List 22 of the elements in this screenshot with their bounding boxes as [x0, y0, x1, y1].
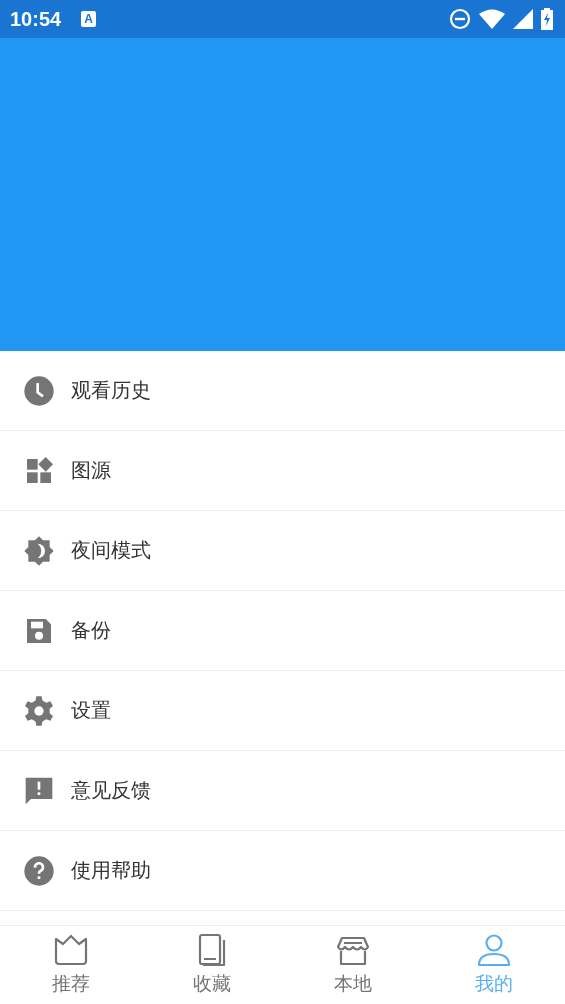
signal-icon [513, 9, 533, 29]
menu-item[interactable]: 观看历史 [0, 351, 565, 431]
menu-item[interactable]: 备份 [0, 591, 565, 671]
status-time: 10:54 [10, 7, 62, 31]
menu-item[interactable]: 图源 [0, 431, 565, 511]
menu-item[interactable]: 意见反馈 [0, 751, 565, 831]
brightness-icon [23, 534, 55, 567]
menu-item[interactable]: 设置 [0, 671, 565, 751]
crown-icon [53, 933, 88, 967]
wifi-icon [479, 9, 505, 29]
person-icon [477, 933, 512, 967]
do-not-disturb-icon [449, 8, 471, 30]
help-icon [23, 854, 55, 887]
menu-item[interactable]: 夜间模式 [0, 511, 565, 591]
settings-icon [23, 694, 55, 727]
menu-item[interactable]: 使用帮助 [0, 831, 565, 911]
nav-tab[interactable]: 本地 [282, 926, 424, 1004]
battery-icon [541, 8, 553, 30]
nav-tab[interactable]: 推荐 [0, 926, 142, 1004]
nav-tab[interactable]: 收藏 [141, 926, 283, 1004]
clock-icon [23, 374, 55, 407]
notification-icon: A [81, 11, 97, 27]
